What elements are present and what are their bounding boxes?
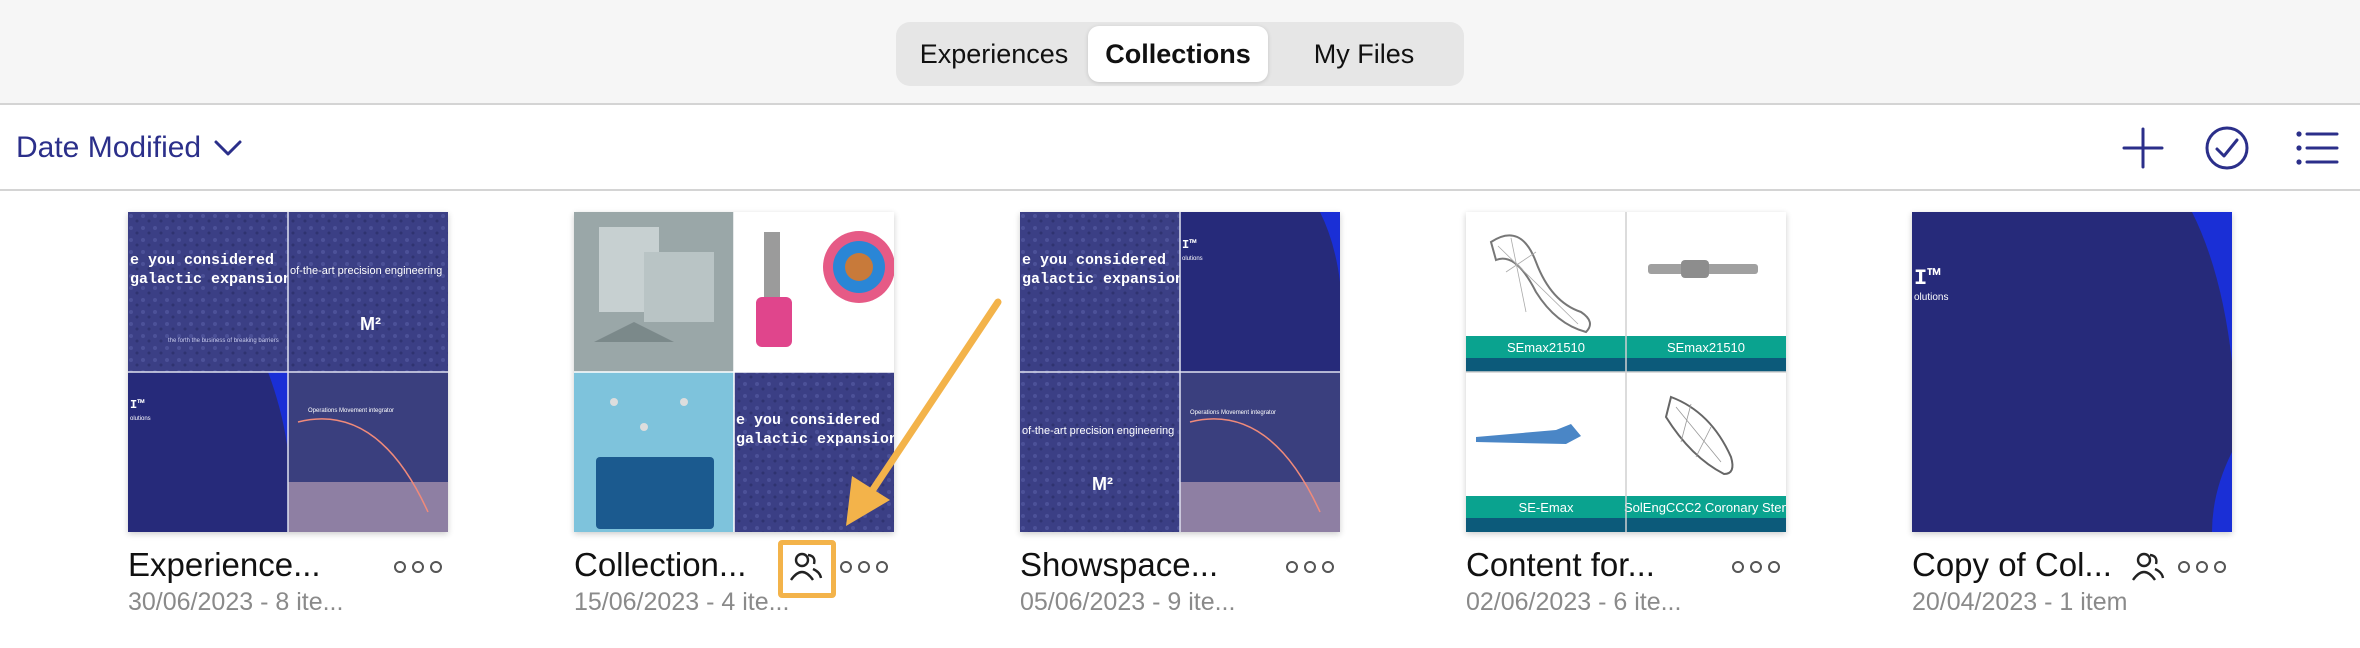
thumb-text: Operations Movement integrator	[308, 408, 394, 414]
collection-title: Showspace...	[1020, 546, 1219, 583]
collection-thumbnail[interactable]: e you considered galactic expansion I™ o…	[1020, 212, 1340, 532]
tab-experiences[interactable]: Experiences	[900, 26, 1088, 82]
thumb-text: I™	[130, 398, 144, 412]
select-check-icon[interactable]	[2204, 125, 2250, 171]
thumb-text: galactic expansion	[130, 271, 292, 288]
thumb-text: galactic expansion	[736, 431, 894, 448]
collection-thumbnail[interactable]: e you considered galactic expansion the …	[128, 212, 448, 532]
thumb-text: of-the-art precision engineering	[1022, 425, 1174, 437]
collection-thumbnail[interactable]: SEmax21510 SEmax21510 SE-Emax SolEngCCC2…	[1466, 212, 1786, 532]
more-options-icon[interactable]	[394, 556, 450, 578]
product-label: SolEngCCC2 Coronary Stent	[1624, 500, 1786, 515]
thumb-text: M²	[1092, 474, 1113, 494]
product-label: SE-Emax	[1519, 500, 1574, 515]
sort-label: Date Modified	[16, 131, 202, 164]
collection-meta: 05/06/2023 - 9 ite...	[1020, 588, 1236, 616]
more-options-icon[interactable]	[1732, 556, 1788, 578]
collection-thumbnail[interactable]: e you considered galactic expansion	[574, 212, 894, 532]
thumb-text: galactic expansion	[1022, 271, 1184, 288]
top-bar: Experiences Collections My Files	[0, 0, 2360, 105]
collection-meta: 02/06/2023 - 6 ite...	[1466, 588, 1682, 616]
tab-my-files[interactable]: My Files	[1268, 26, 1460, 82]
collection-meta: 30/06/2023 - 8 ite...	[128, 588, 344, 616]
sort-dropdown[interactable]: Date Modified	[16, 127, 243, 169]
thumb-text: I™	[1182, 238, 1196, 252]
more-options-icon[interactable]	[2178, 556, 2234, 578]
annotation-highlight-box	[778, 540, 836, 598]
collection-title: Collection...	[574, 546, 747, 583]
more-options-icon[interactable]	[1286, 556, 1342, 578]
thumb-text: olutions	[1182, 256, 1203, 262]
product-label: SEmax21510	[1667, 340, 1745, 355]
collection-meta: 15/06/2023 - 4 ite...	[574, 588, 790, 616]
collection-title: Copy of Col...	[1912, 546, 2112, 583]
view-segmented-control: Experiences Collections My Files	[896, 22, 1464, 86]
chevron-down-icon	[214, 140, 242, 156]
thumb-text: e you considered	[736, 412, 880, 429]
product-label: SEmax21510	[1507, 340, 1585, 355]
more-options-icon[interactable]	[840, 556, 896, 578]
tab-collections[interactable]: Collections	[1088, 26, 1268, 82]
thumb-text: olutions	[130, 416, 151, 422]
thumb-text: of-the-art precision engineering	[290, 265, 442, 277]
list-view-icon[interactable]	[2294, 125, 2340, 171]
collection-title: Content for...	[1466, 546, 1655, 583]
thumb-text: M²	[360, 314, 381, 334]
plus-icon[interactable]	[2120, 125, 2166, 171]
thumb-text: e you considered	[1022, 252, 1166, 269]
thumb-text: the forth the business of breaking barri…	[168, 338, 279, 344]
collection-thumbnail[interactable]: I™ olutions	[1912, 212, 2232, 532]
thumb-text: I™	[1914, 266, 1941, 291]
thumb-text: Operations Movement integrator	[1190, 410, 1276, 416]
toolbar: Date Modified	[0, 105, 2360, 191]
thumb-text: e you considered	[130, 252, 274, 269]
collection-title: Experience...	[128, 546, 321, 583]
shared-users-icon[interactable]	[2130, 548, 2166, 584]
thumb-text: olutions	[1914, 292, 1948, 303]
collection-meta: 20/04/2023 - 1 item	[1912, 588, 2128, 616]
